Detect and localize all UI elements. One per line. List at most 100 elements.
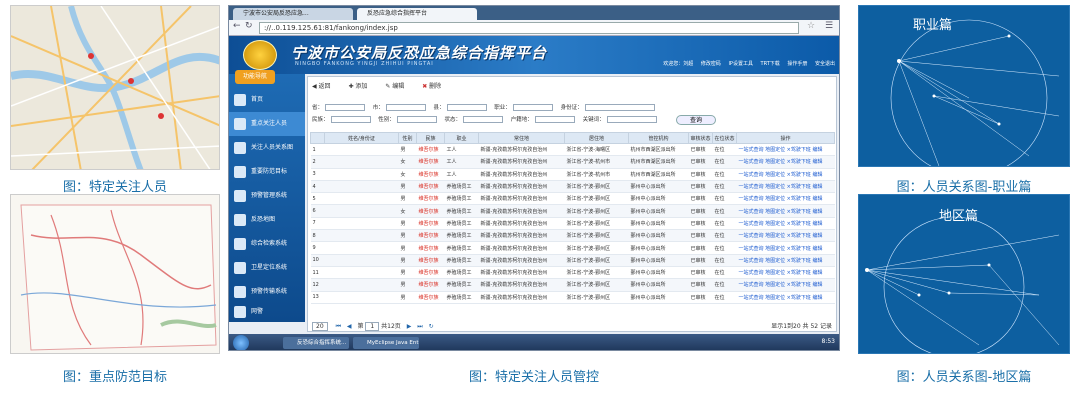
browser-tab-2[interactable]: 反恐应急综合指挥平台 (357, 8, 477, 20)
top-nav-download[interactable]: TRT下载 (761, 61, 780, 67)
sidebar-item-key-persons[interactable]: 重点关注人员 (229, 112, 305, 136)
table-cell: 工人 (444, 143, 479, 157)
table-cell[interactable]: 一站式查询 地图定位 ×驾驶下班 编辑 (736, 266, 835, 280)
table-cell[interactable]: 一站式查询 地图定位 ×驾驶下班 编辑 (736, 155, 835, 169)
next-page-icon[interactable]: ▶ (407, 323, 412, 330)
table-cell[interactable]: 一站式查询 地图定位 ×驾驶下班 编辑 (736, 278, 835, 292)
add-button[interactable]: ✚ 添加 (348, 83, 375, 90)
province-select[interactable] (325, 104, 366, 111)
table-cell[interactable]: 一站式查询 地图定位 ×驾驶下班 编辑 (736, 254, 835, 267)
sidebar-item-search[interactable]: 综合检索系统 (229, 232, 305, 256)
top-nav-ip-tool[interactable]: IP设置工具 (728, 61, 753, 67)
sidebar-item-targets[interactable]: 重要防范目标 (229, 160, 305, 184)
table-cell: 浙江省-宁波-鄞州区 (564, 278, 629, 292)
county-select[interactable] (446, 104, 487, 111)
start-button-icon[interactable] (233, 335, 249, 350)
filter-row-2: 民族： 性别： 状态： 户籍地： 关键词： (312, 115, 663, 123)
table-row[interactable]: 2 女维吾尔族 工人 新疆-克孜勒苏柯尔克孜自治州 浙江省-宁波-杭州市 杭州市西湖区派出… (310, 155, 835, 169)
edit-button[interactable]: ✎ 编辑 (385, 83, 412, 90)
table-cell: 工人 (444, 155, 479, 169)
taskbar-item-2[interactable]: MyEclipse Java Ent... (353, 337, 419, 349)
sidebar-item-alerts[interactable]: 预警管理系统 (229, 184, 305, 208)
sidebar-item-label: 首页 (251, 96, 264, 103)
table-row[interactable]: 1 男维吾尔族 工人 新疆-克孜勒苏柯尔克孜自治州 浙江省-宁波-海曙区 杭州市西湖区派出… (310, 143, 835, 157)
delete-button[interactable]: ✖ 删除 (422, 83, 449, 90)
city-select[interactable] (385, 104, 426, 111)
top-nav-change-password[interactable]: 修改密码 (701, 61, 721, 67)
top-nav-manual[interactable]: 操作手册 (787, 61, 807, 67)
job-select[interactable] (512, 104, 553, 111)
gender-select[interactable] (396, 116, 437, 123)
personnel-table: 姓名/身份证 性别 民族 职业 常住地 居住地 管控机构 审核状态 在位状态 操作 1 男维吾尔族工… (310, 132, 835, 304)
table-cell[interactable]: 一站式查询 地图定位 ×驾驶下班 编辑 (736, 204, 835, 218)
table-row[interactable]: 7 男维吾尔族 养殖场员工 新疆-克孜勒苏柯尔克孜自治州 浙江省-宁波-鄞州区 鄞州中心派… (310, 217, 835, 231)
keyword-input[interactable] (606, 116, 657, 123)
table-cell[interactable]: 一站式查询 地图定位 ×驾驶下班 编辑 (736, 180, 835, 194)
browser-tab-bar: 宁波市公安局反恐应急... 反恐应急综合指挥平台 (229, 6, 839, 20)
table-cell (324, 192, 399, 206)
ethnicity-select[interactable] (330, 116, 371, 123)
police-emblem-icon (243, 40, 277, 70)
sidebar-item-label: 关注人员关系图 (251, 144, 294, 151)
taskbar-item-1[interactable]: 反恐综合指挥系统... (283, 337, 349, 349)
table-cell[interactable]: 一站式查询 地图定位 ×驾驶下班 编辑 (736, 192, 835, 206)
relation-title-occupation: 职业篇 (913, 18, 953, 33)
top-nav-logout[interactable]: 安全退出 (815, 61, 835, 67)
table-row[interactable]: 9 男维吾尔族 养殖场员工 新疆-克孜勒苏柯尔克孜自治州 浙江省-宁波-鄞州区 鄞州中心派… (310, 241, 835, 255)
caption-relation-region: 图：人员关系图-地区篇 (896, 370, 1032, 385)
table-row[interactable]: 4 男维吾尔族 养殖场员工 新疆-克孜勒苏柯尔克孜自治州 浙江省-宁波-鄞州区 鄞州中心派… (310, 180, 835, 194)
table-cell[interactable]: 一站式查询 地图定位 ×驾驶下班 编辑 (736, 217, 835, 231)
table-row[interactable]: 12 男维吾尔族 养殖场员工 新疆-克孜勒苏柯尔克孜自治州 浙江省-宁波-鄞州区 鄞州中心… (310, 278, 835, 292)
table-cell[interactable]: 一站式查询 地图定位 ×驾驶下班 编辑 (736, 241, 835, 255)
table-cell: 9 (310, 241, 325, 255)
table-cell[interactable]: 一站式查询 地图定位 ×驾驶下班 编辑 (736, 229, 835, 243)
table-cell[interactable]: 一站式查询 地图定位 ×驾驶下班 编辑 (736, 143, 835, 157)
page-size-select[interactable]: 20 (312, 322, 328, 331)
table-cell: 鄞州中心派出所 (628, 180, 689, 194)
browser-tab-1[interactable]: 宁波市公安局反恐应急... (233, 8, 353, 20)
status-select[interactable] (463, 116, 504, 123)
table-cell: 在位 (712, 180, 737, 194)
reload-icon[interactable]: ↻ (245, 21, 253, 31)
sidebar-item-cyber[interactable]: 网警 (229, 300, 305, 324)
table-cell[interactable]: 一站式查询 地图定位 ×驾驶下班 编辑 (736, 168, 835, 181)
table-cell: 新疆-克孜勒苏柯尔克孜自治州 (478, 278, 565, 292)
query-button[interactable]: 查询 (676, 115, 716, 125)
back-arrow-icon[interactable]: ← (233, 21, 241, 31)
table-cell: 新疆-克孜勒苏柯尔克孜自治州 (478, 266, 565, 280)
url-input[interactable]: ://..0.119.125.61:81/fankong/index.jsp (259, 22, 799, 34)
table-row[interactable]: 13 男维吾尔族 养殖场员工 新疆-克孜勒苏柯尔克孜自治州 浙江省-宁波-鄞州区 鄞州中心… (310, 291, 835, 304)
relation-lines-graphic (890, 19, 1060, 166)
toolbar: ◀ 返回 ✚ 添加 ✎ 编辑 ✖ 删除 (312, 81, 457, 90)
refresh-icon[interactable]: ↻ (429, 323, 434, 330)
pager: 20 ⏮ ◀ 第 1 共12页 ▶ ⏭ ↻ (312, 321, 434, 331)
table-cell: 维吾尔族 (416, 180, 445, 194)
table-cell[interactable]: 一站式查询 地图定位 ×驾驶下班 编辑 (736, 291, 835, 304)
id-input[interactable] (584, 104, 655, 111)
menu-icon[interactable]: ☰ (825, 21, 833, 31)
first-page-icon[interactable]: ⏮ (336, 323, 341, 330)
table-cell: 浙江省-宁波-鄞州区 (564, 217, 629, 231)
table-row[interactable]: 5 男维吾尔族 养殖场员工 新疆-克孜勒苏柯尔克孜自治州 浙江省-宁波-鄞州区 鄞州中心派… (310, 192, 835, 206)
sidebar-item-map[interactable]: 反恐地图 (229, 208, 305, 232)
table-row[interactable]: 6 女维吾尔族 养殖场员工 新疆-克孜勒苏柯尔克孜自治州 浙江省-宁波-鄞州区 鄞州中心派… (310, 204, 835, 218)
table-cell: 已审核 (688, 217, 713, 231)
table-row[interactable]: 3 女维吾尔族 工人 新疆-克孜勒苏柯尔克孜自治州 浙江省-宁波-杭州市 杭州市西湖区派出… (310, 168, 835, 181)
table-cell: 已审核 (688, 241, 713, 255)
sidebar-item-label: 卫星定位系统 (251, 264, 288, 271)
table-cell: 养殖场员工 (444, 180, 479, 194)
back-button[interactable]: ◀ 返回 (312, 83, 339, 90)
star-icon[interactable]: ☆ (807, 21, 815, 31)
sidebar-item-home[interactable]: 首页 (229, 88, 305, 112)
page-input[interactable]: 1 (365, 322, 380, 331)
sidebar-item-relations[interactable]: 关注人员关系图 (229, 136, 305, 160)
domicile-select[interactable] (534, 116, 575, 123)
table-cell: 浙江省-宁波-鄞州区 (564, 192, 629, 206)
table-row[interactable]: 11 男维吾尔族 养殖场员工 新疆-克孜勒苏柯尔克孜自治州 浙江省-宁波-鄞州区 鄞州中心… (310, 266, 835, 280)
table-row[interactable]: 10 男维吾尔族 养殖场员工 新疆-克孜勒苏柯尔克孜自治州 浙江省-宁波-鄞州区 鄞州中心… (310, 254, 835, 267)
sidebar-item-satellite[interactable]: 卫星定位系统 (229, 256, 305, 280)
table-header-cell: 审核状态 (688, 132, 713, 144)
last-page-icon[interactable]: ⏭ (417, 323, 422, 330)
prev-page-icon[interactable]: ◀ (347, 323, 352, 330)
table-row[interactable]: 8 男维吾尔族 养殖场员工 新疆-克孜勒苏柯尔克孜自治州 浙江省-宁波-鄞州区 鄞州中心派… (310, 229, 835, 243)
